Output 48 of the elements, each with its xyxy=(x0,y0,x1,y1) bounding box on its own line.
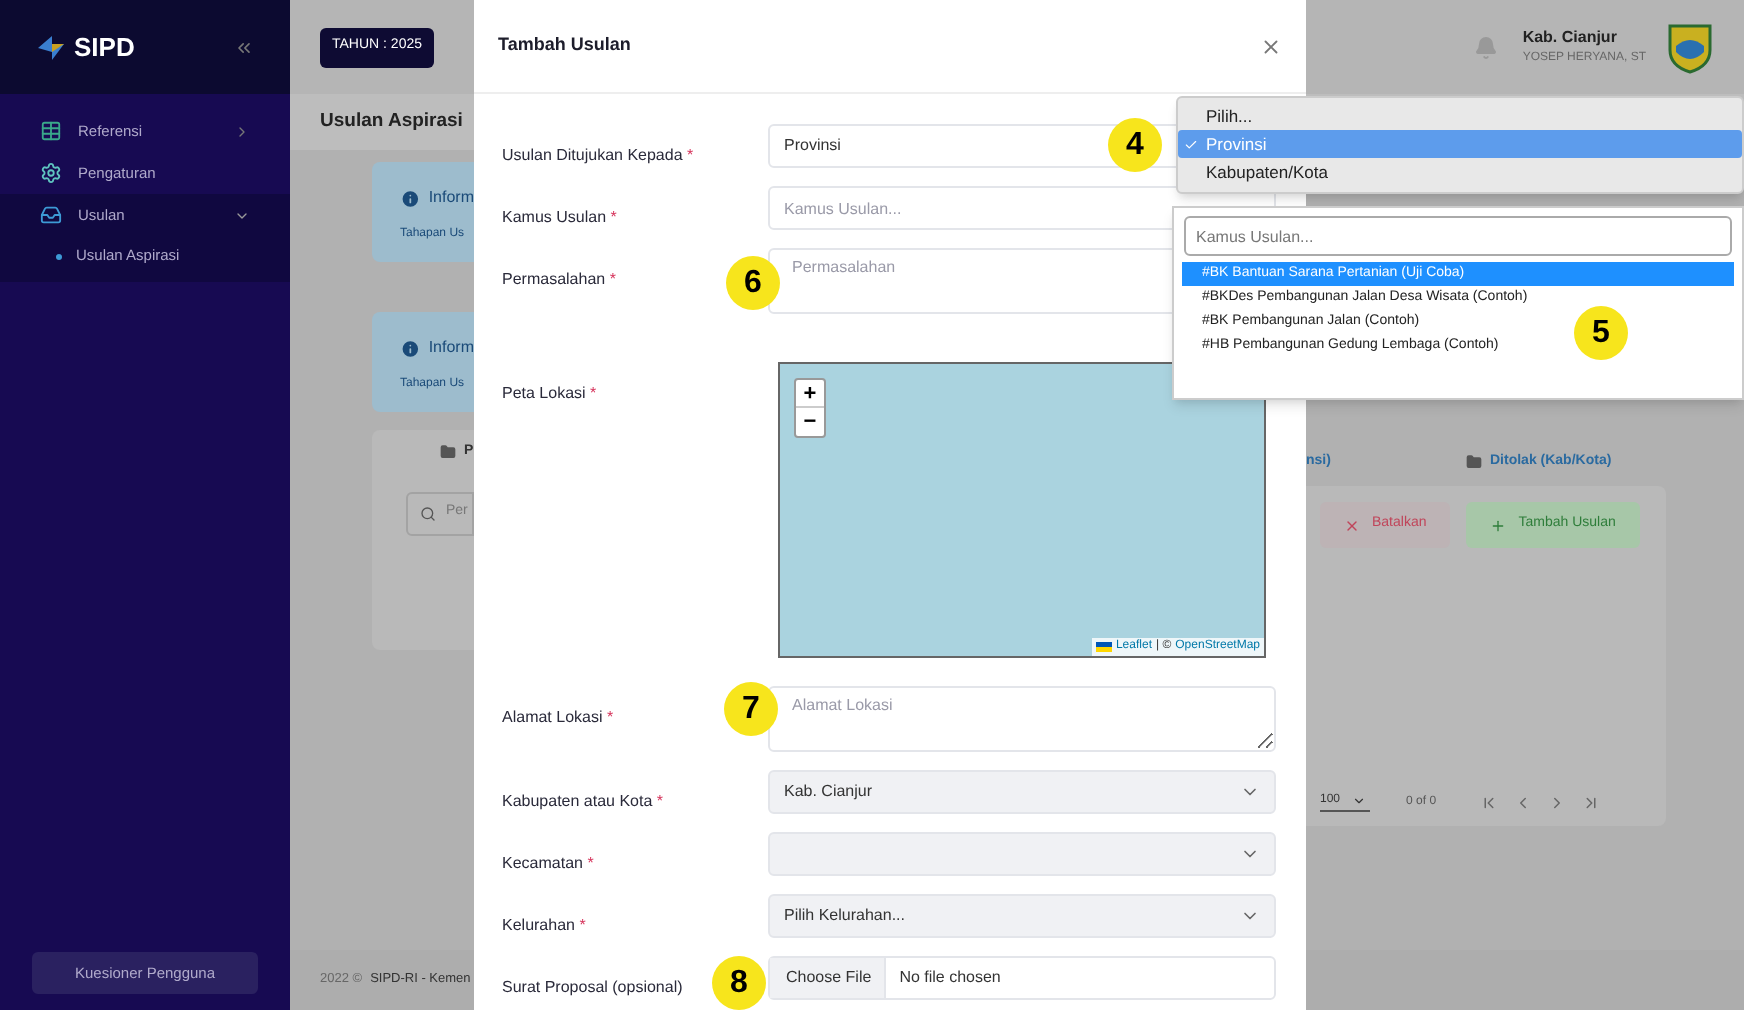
select-field[interactable]: Kab. Cianjur xyxy=(768,770,1276,814)
settings-icon xyxy=(40,162,62,184)
close-icon[interactable] xyxy=(1260,35,1282,57)
info-title: Inform xyxy=(428,336,474,360)
first-page-icon[interactable] xyxy=(1480,793,1499,811)
select-field[interactable] xyxy=(768,832,1276,876)
folder-icon xyxy=(440,444,456,461)
field-label: Permasalahan * xyxy=(502,270,616,288)
field-label: Kabupaten atau Kota * xyxy=(502,792,664,810)
close-icon xyxy=(1344,517,1360,533)
chevron-right-icon xyxy=(234,123,250,139)
dropdown-search-field[interactable]: Kamus Usulan... xyxy=(1184,216,1732,256)
dropdown-option[interactable]: Pilih... xyxy=(1178,102,1742,130)
check-icon xyxy=(1184,137,1198,151)
table-icon xyxy=(40,120,62,142)
field-label: Kamus Usulan * xyxy=(502,208,617,226)
field-label: Usulan Ditujukan Kepada * xyxy=(502,146,694,164)
modal-title: Tambah Usulan xyxy=(498,32,631,59)
collapse-icon[interactable] xyxy=(234,37,254,57)
folder-icon xyxy=(1466,454,1482,470)
choose-file-button[interactable]: Choose File xyxy=(770,958,886,998)
region-name: Kab. Cianjur xyxy=(1522,26,1619,50)
logo-text: SIPD xyxy=(74,29,135,66)
field-label: Alamat Lokasi * xyxy=(502,708,614,726)
input-field[interactable]: Kamus Usulan... xyxy=(768,186,1276,230)
info-title: Inform xyxy=(428,186,474,210)
field-label: Kelurahan * xyxy=(502,916,586,934)
file-status: No file chosen xyxy=(897,970,1001,986)
logo-icon xyxy=(36,31,68,63)
caret-icon xyxy=(1352,794,1367,808)
page-title: Usulan Aspirasi xyxy=(320,107,463,136)
inbox-icon xyxy=(40,204,62,226)
zoom-in-button[interactable]: + xyxy=(796,380,824,408)
info-icon xyxy=(400,337,421,359)
file-input[interactable]: Choose File No file chosen xyxy=(768,956,1276,1000)
search-icon xyxy=(420,505,436,521)
zoom-out-button[interactable]: − xyxy=(796,408,824,436)
field-label: Peta Lokasi * xyxy=(502,384,597,402)
flag-icon xyxy=(1095,642,1112,652)
select-field[interactable]: Pilih Kelurahan... xyxy=(768,894,1276,938)
plus-icon xyxy=(1490,517,1507,533)
last-page-icon[interactable] xyxy=(1582,793,1601,811)
field-label: Kecamatan * xyxy=(502,854,594,872)
info-icon xyxy=(400,187,421,209)
bullet-icon xyxy=(56,253,62,259)
emblem-icon xyxy=(1666,21,1714,73)
textarea-field[interactable]: Alamat Lokasi xyxy=(768,686,1276,752)
field-label: Surat Proposal (opsional) xyxy=(502,978,683,996)
